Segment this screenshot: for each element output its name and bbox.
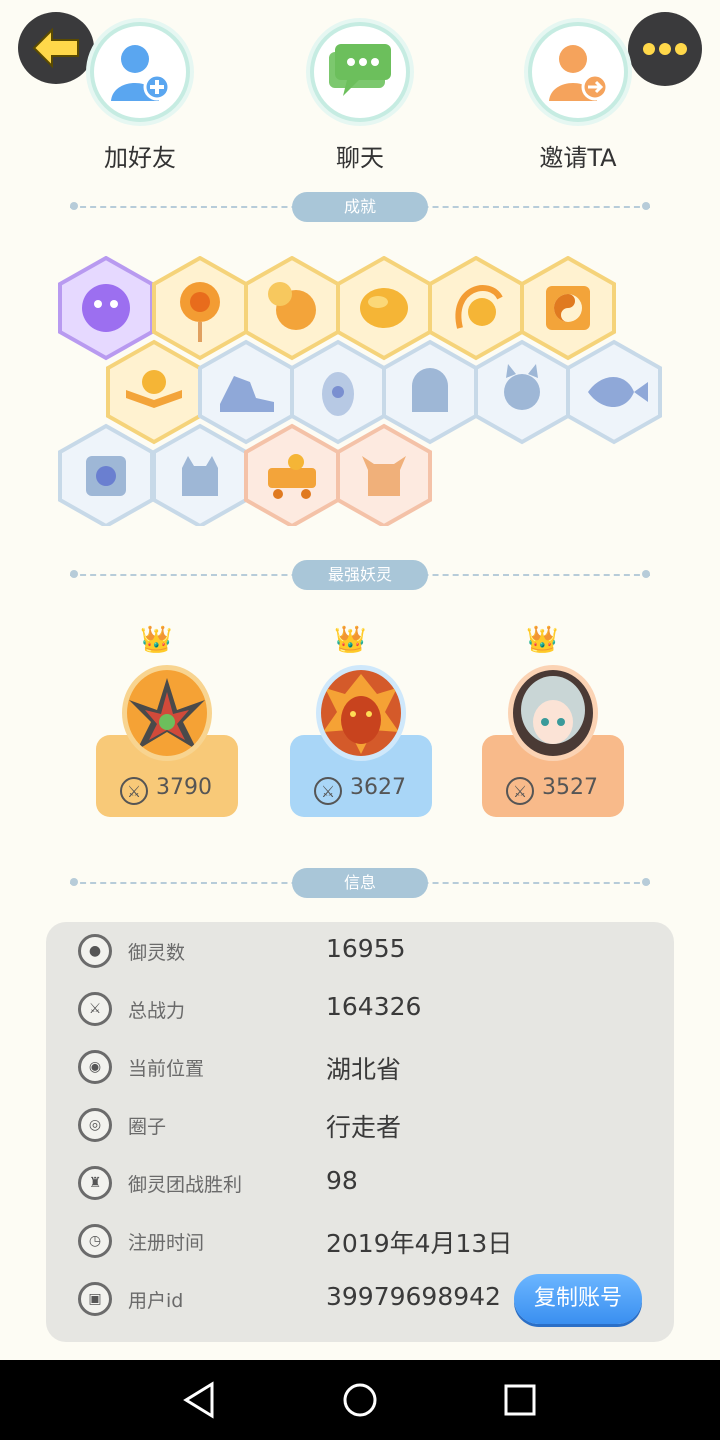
add-friend-icon (111, 45, 171, 101)
spirit-avatar-2 (316, 665, 406, 761)
egg-badge[interactable] (290, 340, 386, 444)
gold-crown-icon: 👑 (140, 625, 173, 655)
sword-icon: ⚔ (314, 777, 342, 805)
shield-badge[interactable] (58, 424, 154, 526)
trophy-icon: ♜ (78, 1166, 112, 1200)
invite-label: 邀请TA (539, 144, 617, 172)
home-nav-icon[interactable] (343, 1383, 377, 1417)
chat-label: 聊天 (336, 144, 384, 172)
yin-yang-badge[interactable] (520, 256, 616, 360)
back-nav-icon[interactable] (183, 1381, 214, 1419)
info-row-circle: ◎ 圈子 行走者 (46, 1108, 674, 1148)
fish-badge[interactable] (566, 340, 662, 444)
info-panel: ● 御灵数 16955 ⚔ 总战力 164326 ◉ 当前位置 湖北省 ◎ 圈子… (46, 922, 674, 1342)
book-badge[interactable] (106, 340, 202, 444)
id-icon: ▣ (78, 1282, 112, 1316)
circle-icon: ◎ (78, 1108, 112, 1142)
spirit-avatar-3 (508, 665, 598, 761)
sword-icon: ⚔ (506, 777, 534, 805)
achievement-divider: 成就 (70, 192, 650, 222)
info-row-location: ◉ 当前位置 湖北省 (46, 1050, 674, 1090)
add-friend-label: 加好友 (104, 144, 176, 172)
info-row-power: ⚔ 总战力 164326 (46, 992, 674, 1032)
sword-icon: ⚔ (78, 992, 112, 1026)
add-friend-action[interactable]: 加好友 (70, 18, 210, 173)
bronze-crown-icon: 👑 (526, 625, 559, 655)
sneaker-badge[interactable] (198, 340, 294, 444)
location-icon: ◉ (78, 1050, 112, 1084)
cart-badge[interactable] (244, 424, 340, 526)
spirit-score-3: 3527 (542, 775, 598, 800)
chat-icon (329, 44, 391, 96)
cat-silhouette-badge[interactable] (152, 424, 248, 526)
spirit-score-2: 3627 (350, 775, 406, 800)
system-nav-bar (0, 1360, 720, 1440)
moon-badge[interactable] (244, 256, 340, 360)
sun-lollipop-badge[interactable] (152, 256, 248, 360)
phoenix-coin-badge[interactable] (428, 256, 524, 360)
invite-icon (549, 45, 609, 101)
info-row-team-wins: ♜ 御灵团战胜利 98 (46, 1166, 674, 1206)
invite-action[interactable]: 邀请TA (508, 18, 648, 173)
spirit-count-icon: ● (78, 934, 112, 968)
recents-nav-icon[interactable] (504, 1384, 536, 1416)
spirit-card-1[interactable]: 👑 ⚔ 3790 (96, 625, 238, 817)
info-row-register-time: ◷ 注册时间 2019年4月13日 (46, 1224, 674, 1264)
spirit-avatar-1 (122, 665, 212, 761)
strongest-divider: 最强妖灵 (70, 560, 650, 590)
info-divider: 信息 (70, 868, 650, 898)
strongest-title: 最强妖灵 (292, 560, 428, 590)
chat-action[interactable]: 聊天 (290, 18, 430, 173)
cat-spirit-badge[interactable] (474, 340, 570, 444)
golden-orb-badge[interactable] (336, 256, 432, 360)
sword-icon: ⚔ (120, 777, 148, 805)
silver-crown-icon: 👑 (334, 625, 367, 655)
copy-account-button[interactable]: 复制账号 (514, 1274, 642, 1324)
achievement-grid (58, 256, 662, 526)
demon-badge[interactable] (336, 424, 432, 526)
info-row-spirit-count: ● 御灵数 16955 (46, 934, 674, 974)
achievement-title: 成就 (292, 192, 428, 222)
more-dots-icon (643, 43, 687, 55)
info-title: 信息 (292, 868, 428, 898)
spirit-score-1: 3790 (156, 775, 212, 800)
purple-cat-badge[interactable] (58, 256, 154, 360)
spirit-card-2[interactable]: 👑 ⚔ 3627 (290, 625, 432, 817)
ghost-badge[interactable] (382, 340, 478, 444)
spirit-card-3[interactable]: 👑 ⚔ 3527 (482, 625, 624, 817)
clock-icon: ◷ (78, 1224, 112, 1258)
